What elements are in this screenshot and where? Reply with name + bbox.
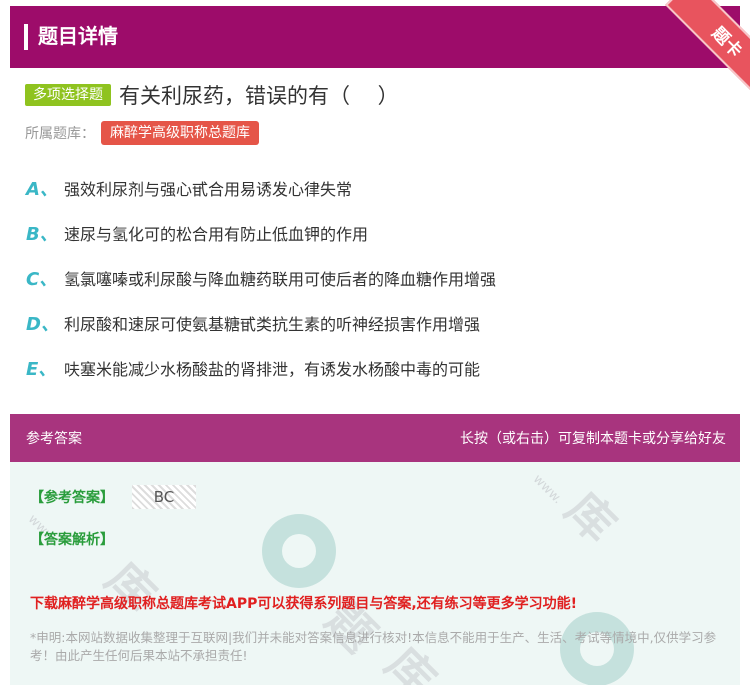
option-letter: D、 bbox=[26, 314, 59, 335]
watermark-logo-icon bbox=[262, 514, 336, 588]
answer-header-bar: 参考答案 长按（或右击）可复制本题卡或分享给好友 bbox=[10, 414, 740, 462]
option-b[interactable]: B、 速尿与氢化可的松合用有防止低血钾的作用 bbox=[26, 220, 368, 246]
answer-label: 【参考答案】 bbox=[30, 490, 114, 506]
app-promo-link[interactable]: 下载麻醉学高级职称总题库考试APP可以获得系列题目与答案,还有练习等更多学习功能… bbox=[30, 593, 577, 613]
question-bank-row: 所属题库： 麻醉学高级职称总题库 bbox=[25, 121, 259, 145]
question-bank-link[interactable]: 麻醉学高级职称总题库 bbox=[101, 121, 259, 145]
ribbon-label: 题卡 bbox=[665, 0, 750, 100]
option-letter: C、 bbox=[26, 269, 58, 290]
disclaimer-text: *申明:本网站数据收集整理于互联网|我们并未能对答案信息进行核对!本信息不能用于… bbox=[30, 630, 717, 663]
option-letter: B、 bbox=[26, 224, 58, 245]
option-letter: A、 bbox=[26, 179, 58, 200]
question-bank-label: 所属题库： bbox=[25, 126, 95, 142]
option-c[interactable]: C、 氢氯噻嗪或利尿酸与降血糖药联用可使后者的降血糖作用增强 bbox=[26, 265, 496, 291]
option-e[interactable]: E、 呋塞米能减少水杨酸盐的肾排泄，有诱发水杨酸中毒的可能 bbox=[26, 355, 480, 381]
header-accent-bar bbox=[24, 24, 28, 50]
watermark-text: www. bbox=[529, 471, 566, 508]
page-title: 题目详情 bbox=[38, 24, 118, 48]
question-type-badge: 多项选择题 bbox=[25, 84, 111, 106]
answer-value: BC bbox=[132, 485, 196, 509]
option-text: 呋塞米能减少水杨酸盐的肾排泄，有诱发水杨酸中毒的可能 bbox=[64, 360, 481, 379]
question-row: 多项选择题 有关利尿药，错误的有（ ） bbox=[25, 80, 399, 110]
page-header: 题目详情 bbox=[10, 6, 740, 68]
watermark-glyph: 库 bbox=[555, 481, 627, 553]
analysis-label: 【答案解析】 bbox=[30, 532, 114, 548]
share-hint: 长按（或右击）可复制本题卡或分享给好友 bbox=[460, 431, 726, 447]
corner-ribbon: 题卡 bbox=[650, 0, 750, 100]
option-a[interactable]: A、 强效利尿剂与强心甙合用易诱发心律失常 bbox=[26, 175, 352, 201]
answer-section-title: 参考答案 bbox=[26, 431, 82, 447]
option-text: 强效利尿剂与强心甙合用易诱发心律失常 bbox=[64, 180, 353, 199]
option-text: 速尿与氢化可的松合用有防止低血钾的作用 bbox=[64, 225, 369, 244]
answer-body: 库 题 库 库 www. www. 【参考答案】 BC 【答案解析】 下载麻醉学… bbox=[10, 462, 740, 685]
option-d[interactable]: D、 利尿酸和速尿可使氨基糖甙类抗生素的听神经损害作用增强 bbox=[26, 310, 480, 336]
option-letter: E、 bbox=[26, 359, 57, 380]
option-text: 利尿酸和速尿可使氨基糖甙类抗生素的听神经损害作用增强 bbox=[64, 315, 481, 334]
question-text: 有关利尿药，错误的有（ ） bbox=[119, 84, 399, 108]
option-text: 氢氯噻嗪或利尿酸与降血糖药联用可使后者的降血糖作用增强 bbox=[64, 270, 497, 289]
